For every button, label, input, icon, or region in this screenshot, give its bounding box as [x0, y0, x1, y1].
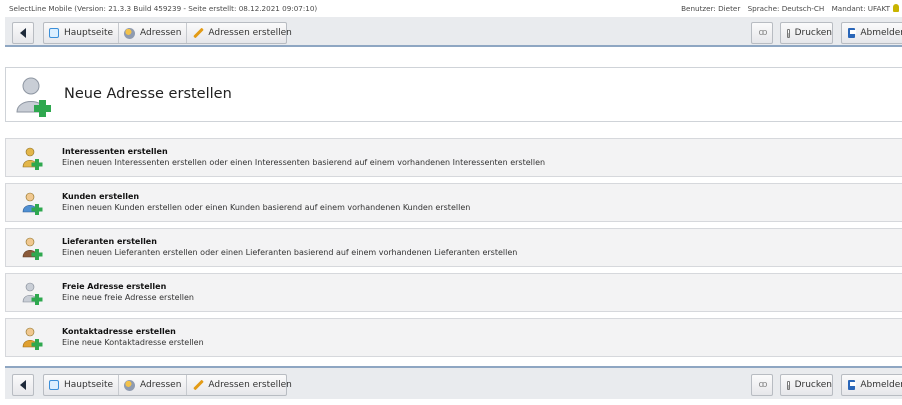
- logout-icon: [848, 380, 857, 390]
- print-label: Drucken: [794, 380, 832, 390]
- logout-button[interactable]: Abmelden: [841, 374, 902, 396]
- print-label: Drucken: [794, 28, 832, 38]
- breadcrumb: Hauptseite Adressen Adressen erstellen: [43, 374, 292, 396]
- bottom-toolbar: Hauptseite Adressen Adressen erstellen o…: [5, 366, 902, 399]
- breadcrumb-create-label: Adressen erstellen: [208, 380, 292, 390]
- list-item-kunden[interactable]: Kunden erstellen Einen neuen Kunden erst…: [5, 183, 902, 222]
- help-icon[interactable]: [893, 4, 899, 12]
- add-free-address-icon: [22, 282, 43, 305]
- breadcrumb-create-addresses[interactable]: Adressen erstellen: [187, 375, 296, 395]
- view-button[interactable]: oo: [751, 374, 773, 396]
- breadcrumb-addresses-label: Adressen: [140, 28, 182, 38]
- list-item-lieferanten[interactable]: Lieferanten erstellen Einen neuen Liefer…: [5, 228, 902, 267]
- home-icon: [49, 380, 59, 390]
- item-description: Eine neue Kontaktadresse erstellen: [62, 338, 204, 347]
- breadcrumb-home[interactable]: Hauptseite: [44, 375, 120, 395]
- breadcrumb-addresses[interactable]: Adressen: [119, 23, 188, 43]
- client-info: Mandant: UFAKT: [831, 4, 890, 13]
- breadcrumb-home[interactable]: Hauptseite: [44, 23, 120, 43]
- back-button[interactable]: [12, 374, 34, 396]
- session-info: Benutzer: Dieter Sprache: Deutsch-CH Man…: [676, 0, 899, 17]
- language-info: Sprache: Deutsch-CH: [747, 4, 825, 13]
- print-button[interactable]: Drucken: [780, 374, 833, 396]
- add-customer-icon: [22, 192, 43, 215]
- add-prospect-icon: [22, 147, 43, 170]
- item-description: Einen neuen Interessenten erstellen oder…: [62, 158, 546, 167]
- logout-label: Abmelden: [860, 28, 902, 38]
- logout-button[interactable]: Abmelden: [841, 22, 902, 44]
- home-icon: [49, 28, 59, 38]
- item-description: Eine neue freie Adresse erstellen: [62, 293, 194, 302]
- version-info: SelectLine Mobile (Version: 21.3.3 Build…: [9, 4, 318, 13]
- logout-icon: [848, 28, 857, 38]
- info-bar: SelectLine Mobile (Version: 21.3.3 Build…: [0, 0, 902, 17]
- breadcrumb-create-addresses[interactable]: Adressen erstellen: [187, 23, 296, 43]
- addresses-icon: [124, 379, 136, 391]
- item-description: Einen neuen Lieferanten erstellen oder e…: [62, 248, 518, 257]
- breadcrumb-addresses-label: Adressen: [140, 380, 182, 390]
- item-title: Interessenten erstellen: [62, 147, 168, 156]
- add-contact-icon: [22, 327, 43, 350]
- list-item-freie-adresse[interactable]: Freie Adresse erstellen Eine neue freie …: [5, 273, 902, 312]
- action-list: Interessenten erstellen Einen neuen Inte…: [5, 131, 902, 360]
- list-item-kontaktadresse[interactable]: Kontaktadresse erstellen Eine neue Konta…: [5, 318, 902, 357]
- item-title: Kunden erstellen: [62, 192, 140, 201]
- breadcrumb-home-label: Hauptseite: [64, 380, 114, 390]
- item-title: Kontaktadresse erstellen: [62, 327, 176, 336]
- breadcrumb-addresses[interactable]: Adressen: [119, 375, 188, 395]
- pencil-icon: [192, 380, 203, 391]
- back-arrow-icon: [20, 28, 26, 38]
- item-description: Einen neuen Kunden erstellen oder einen …: [62, 203, 471, 212]
- print-button[interactable]: Drucken: [780, 22, 833, 44]
- add-supplier-icon: [22, 237, 43, 260]
- item-title: Freie Adresse erstellen: [62, 282, 167, 291]
- printer-icon: [787, 28, 790, 38]
- logout-label: Abmelden: [860, 380, 902, 390]
- add-person-icon: [16, 77, 51, 117]
- printer-icon: [787, 380, 790, 390]
- page-header: Neue Adresse erstellen: [5, 67, 902, 122]
- page-title: Neue Adresse erstellen: [64, 86, 232, 102]
- addresses-icon: [124, 27, 136, 39]
- breadcrumb-home-label: Hauptseite: [64, 28, 114, 38]
- breadcrumb-create-label: Adressen erstellen: [208, 28, 292, 38]
- top-toolbar: Hauptseite Adressen Adressen erstellen o…: [5, 17, 902, 47]
- user-info: Benutzer: Dieter: [681, 4, 741, 13]
- pencil-icon: [192, 28, 203, 39]
- item-title: Lieferanten erstellen: [62, 237, 157, 246]
- back-arrow-icon: [20, 380, 26, 390]
- back-button[interactable]: [12, 22, 34, 44]
- list-item-interessenten[interactable]: Interessenten erstellen Einen neuen Inte…: [5, 138, 902, 177]
- view-button[interactable]: oo: [751, 22, 773, 44]
- glasses-icon: oo: [758, 380, 767, 390]
- glasses-icon: oo: [758, 28, 767, 38]
- breadcrumb: Hauptseite Adressen Adressen erstellen: [43, 22, 292, 44]
